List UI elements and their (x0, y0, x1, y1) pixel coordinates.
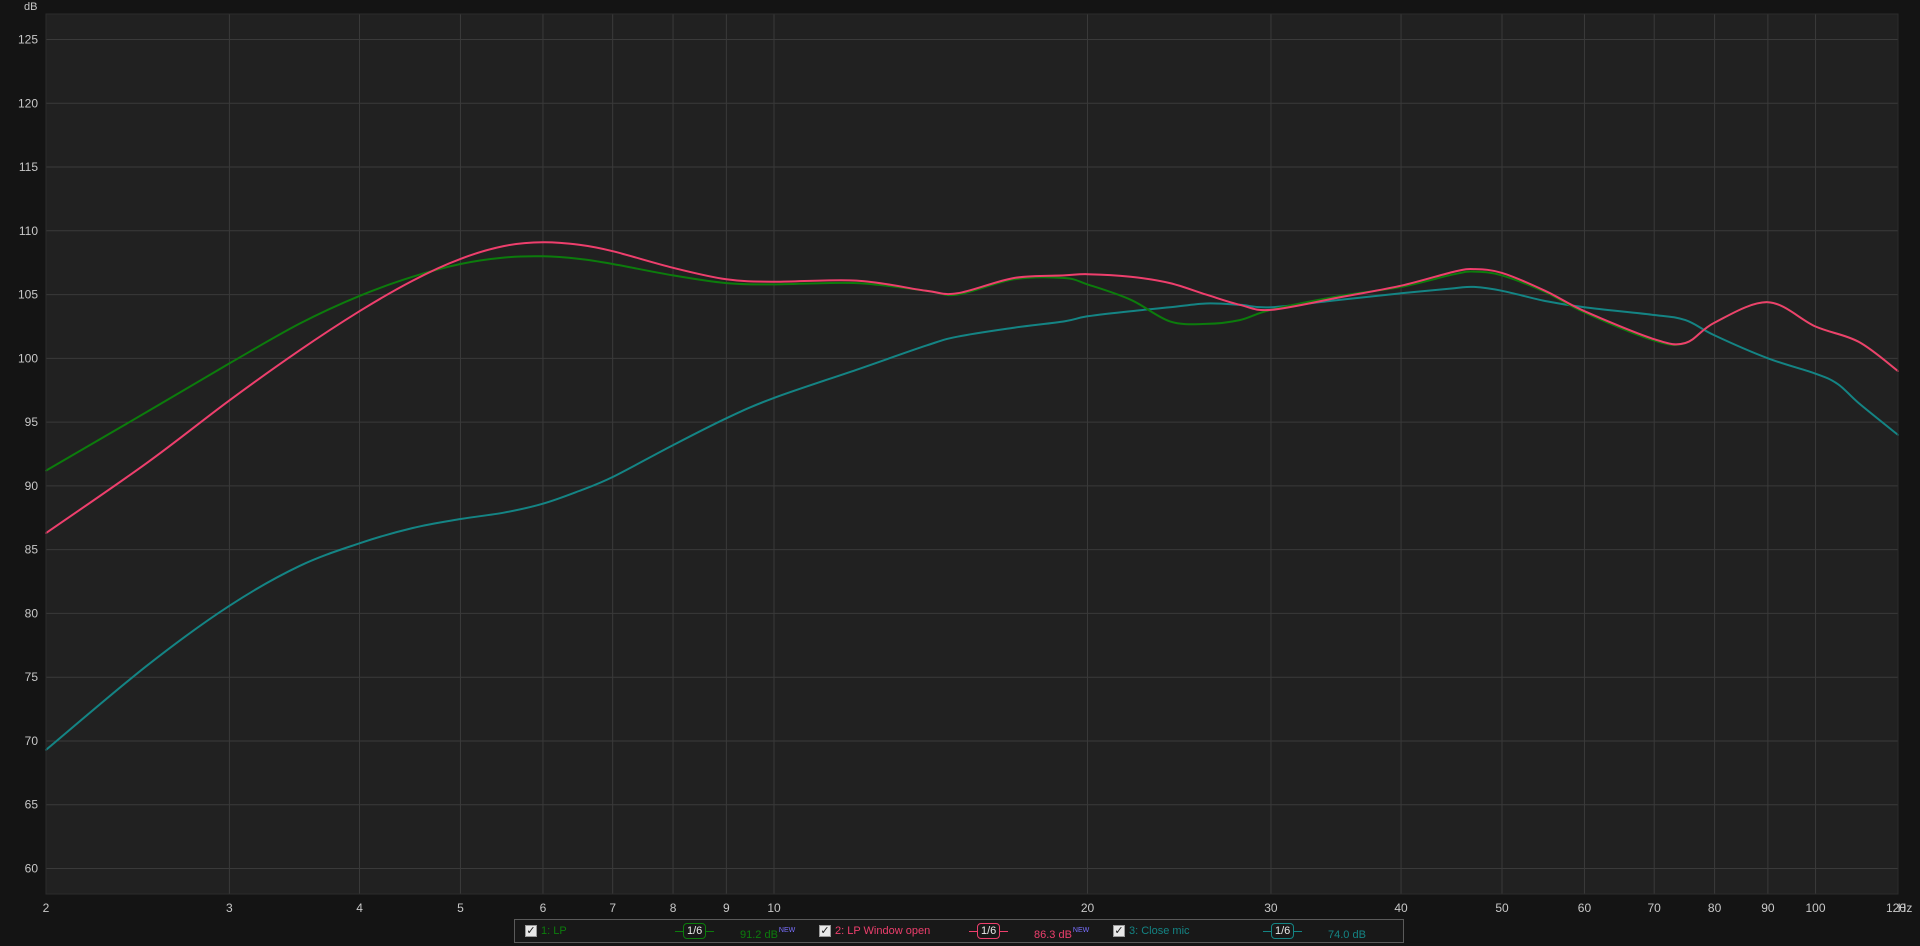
y-tick-label: 85 (25, 543, 39, 557)
y-tick-label: 115 (19, 160, 38, 174)
x-axis-unit-label: Hz (1898, 901, 1913, 915)
y-tick-label: 70 (25, 734, 39, 748)
x-tick-label: 4 (356, 901, 363, 915)
x-tick-label: 50 (1495, 901, 1509, 915)
line-swatch-icon (1294, 930, 1303, 932)
legend-level-1: 91.2 dBNEW (740, 920, 795, 942)
y-axis-unit-label: dB (24, 1, 37, 13)
new-badge: NEW (1072, 927, 1090, 934)
line-swatch-icon (969, 930, 977, 932)
smoothing-badge-1[interactable]: 1/6 (675, 923, 715, 939)
y-tick-label: 60 (25, 861, 39, 875)
smoothing-badge-2[interactable]: 1/6 (969, 923, 1009, 939)
y-tick-label: 110 (19, 224, 38, 238)
y-tick-label: 65 (25, 798, 39, 812)
y-tick-label: 75 (25, 670, 39, 684)
x-tick-label: 30 (1264, 901, 1278, 915)
x-tick-label: 7 (609, 901, 616, 915)
legend-series-name: 3: Close mic (1129, 925, 1190, 937)
x-tick-label: 100 (1806, 901, 1826, 915)
legend-entry-3[interactable]: ✓ 3: Close mic (1113, 920, 1190, 942)
measurement-legend: ✓ 1: LP 1/6 91.2 dBNEW ✓ 2: LP Window op… (514, 919, 1404, 943)
x-tick-label: 90 (1761, 901, 1775, 915)
frequency-response-chart[interactable]: 60 65 70 75 80 85 90 95 100 105 110 115 120 125 2 3 4 5 6 7… (0, 0, 1920, 946)
x-tick-label: 60 (1578, 901, 1592, 915)
line-swatch-icon (675, 930, 683, 932)
y-tick-label: 120 (18, 96, 38, 110)
y-tick-label: 125 (18, 33, 38, 47)
y-tick-label: 100 (18, 351, 38, 365)
y-tick-label: 105 (18, 288, 38, 302)
legend-entry-2[interactable]: ✓ 2: LP Window open (819, 920, 930, 942)
y-tick-label: 80 (25, 606, 39, 620)
checkbox-icon[interactable]: ✓ (525, 925, 537, 937)
x-tick-label: 80 (1708, 901, 1722, 915)
x-tick-label: 5 (457, 901, 464, 915)
checkbox-icon[interactable]: ✓ (819, 925, 831, 937)
x-tick-label: 40 (1394, 901, 1408, 915)
spl-graph-panel: 60 65 70 75 80 85 90 95 100 105 110 115 120 125 2 3 4 5 6 7… (0, 0, 1920, 946)
legend-series-name: 1: LP (541, 925, 567, 937)
smoothing-badge-3[interactable]: 1/6 (1263, 923, 1303, 939)
x-tick-label: 3 (226, 901, 233, 915)
checkbox-icon[interactable]: ✓ (1113, 925, 1125, 937)
line-swatch-icon (1263, 930, 1271, 932)
legend-level-2: 86.3 dBNEW (1034, 920, 1089, 942)
x-tick-label: 70 (1648, 901, 1662, 915)
line-swatch-icon (1000, 930, 1009, 932)
x-tick-label: 9 (723, 901, 730, 915)
level-value: 86.3 dB (1034, 929, 1072, 941)
x-tick-label: 20 (1081, 901, 1095, 915)
legend-entry-1[interactable]: ✓ 1: LP (525, 920, 567, 942)
smoothing-label: 1/6 (977, 923, 1001, 939)
plot-background (46, 14, 1898, 894)
smoothing-label: 1/6 (683, 923, 707, 939)
legend-series-name: 2: LP Window open (835, 925, 931, 937)
x-tick-label: 2 (43, 901, 50, 915)
level-value: 91.2 dB (740, 929, 778, 941)
legend-level-3: 74.0 dB (1328, 920, 1367, 942)
y-tick-label: 90 (25, 479, 39, 493)
x-tick-label: 6 (540, 901, 547, 915)
x-tick-label: 10 (767, 901, 781, 915)
x-tick-label: 8 (670, 901, 677, 915)
line-swatch-icon (706, 930, 715, 932)
new-badge: NEW (778, 927, 796, 934)
y-tick-label: 95 (25, 415, 39, 429)
smoothing-label: 1/6 (1271, 923, 1295, 939)
level-value: 74.0 dB (1328, 929, 1366, 941)
